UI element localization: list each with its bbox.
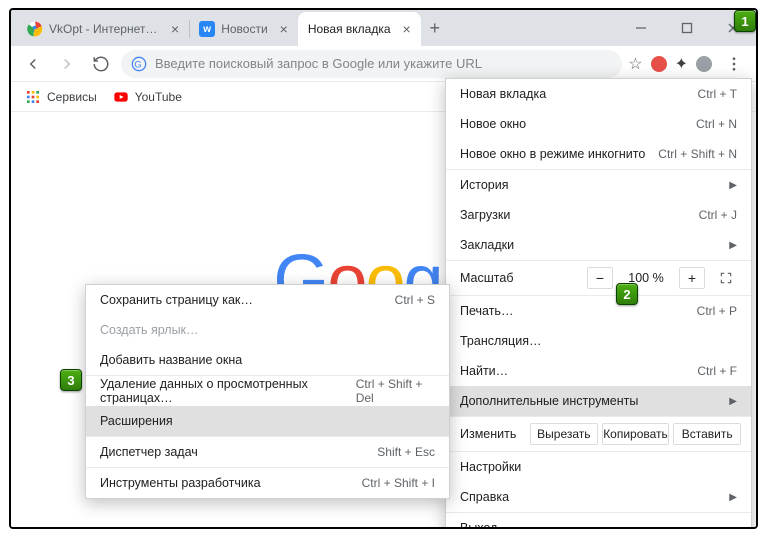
titlebar: VkOpt - Интернет-магазин… × w Новости × …: [11, 10, 756, 46]
menu-item-find[interactable]: Найти…Ctrl + F: [446, 356, 751, 386]
new-tab-button[interactable]: +: [421, 10, 449, 46]
tab-title: Новости: [221, 22, 267, 36]
tab-novosti[interactable]: w Новости ×: [189, 12, 298, 46]
edit-paste-button[interactable]: Вставить: [673, 423, 741, 445]
menu-item-downloads[interactable]: ЗагрузкиCtrl + J: [446, 200, 751, 230]
profile-avatar[interactable]: [696, 56, 712, 72]
toolbar: G Введите поисковый запрос в Google или …: [11, 46, 756, 82]
favicon-chrome: [27, 21, 43, 37]
menu-item-new-tab[interactable]: Новая вкладкаCtrl + T: [446, 79, 751, 109]
tab-close-icon[interactable]: ×: [165, 21, 179, 37]
submenu-clear-data[interactable]: Удаление данных о просмотренных страница…: [86, 376, 449, 406]
menu-item-settings[interactable]: Настройки: [446, 452, 751, 482]
submenu-devtools[interactable]: Инструменты разработчикаCtrl + Shift + I: [86, 468, 449, 498]
zoom-in-button[interactable]: +: [679, 267, 705, 289]
tab-close-icon[interactable]: ×: [397, 21, 411, 37]
extensions-puzzle-icon[interactable]: ✦: [675, 54, 688, 74]
menu-item-incognito[interactable]: Новое окно в режиме инкогнитоCtrl + Shif…: [446, 139, 751, 169]
bookmark-label: YouTube: [135, 90, 182, 104]
menu-item-help[interactable]: Справка▶: [446, 482, 751, 512]
chevron-right-icon: ▶: [729, 396, 737, 407]
tab-close-icon[interactable]: ×: [274, 21, 288, 37]
window-minimize-button[interactable]: [618, 10, 664, 46]
tab-title: Новая вкладка: [308, 22, 391, 36]
submenu-task-manager[interactable]: Диспетчер задачShift + Esc: [86, 437, 449, 467]
menu-edit-row: Изменить Вырезать Копировать Вставить: [446, 417, 751, 451]
reload-button[interactable]: [87, 50, 115, 78]
bookmark-label: Сервисы: [47, 90, 97, 104]
menu-item-new-window[interactable]: Новое окноCtrl + N: [446, 109, 751, 139]
bookmark-star-icon[interactable]: ☆: [628, 54, 642, 74]
edit-label: Изменить: [456, 427, 526, 441]
chevron-right-icon: ▶: [729, 180, 737, 191]
tab-title: VkOpt - Интернет-магазин…: [49, 22, 159, 36]
callout-3: 3: [60, 369, 82, 391]
bookmark-apps[interactable]: Сервисы: [25, 89, 97, 105]
chevron-right-icon: ▶: [729, 492, 737, 503]
callout-2: 2: [616, 283, 638, 305]
menu-item-cast[interactable]: Трансляция…: [446, 326, 751, 356]
submenu-create-shortcut: Создать ярлык…: [86, 315, 449, 345]
tab-newtab[interactable]: Новая вкладка ×: [298, 12, 421, 46]
menu-item-exit[interactable]: Выход: [446, 513, 751, 529]
edit-cut-button[interactable]: Вырезать: [530, 423, 598, 445]
google-icon: G: [131, 56, 147, 72]
edit-copy-button[interactable]: Копировать: [602, 423, 670, 445]
address-bar[interactable]: G Введите поисковый запрос в Google или …: [121, 50, 622, 78]
chevron-right-icon: ▶: [729, 240, 737, 251]
chrome-main-menu: Новая вкладкаCtrl + T Новое окноCtrl + N…: [445, 78, 752, 529]
menu-zoom-row: Масштаб − 100 % +: [446, 261, 751, 295]
more-tools-submenu: Сохранить страницу как…Ctrl + S Создать …: [85, 284, 450, 499]
window-maximize-button[interactable]: [664, 10, 710, 46]
submenu-extensions[interactable]: Расширения: [86, 406, 449, 436]
tab-vkopt[interactable]: VkOpt - Интернет-магазин… ×: [17, 12, 189, 46]
callout-1: 1: [734, 10, 756, 32]
chrome-menu-button[interactable]: [720, 50, 748, 78]
menu-item-print[interactable]: Печать…Ctrl + P: [446, 296, 751, 326]
submenu-save-as[interactable]: Сохранить страницу как…Ctrl + S: [86, 285, 449, 315]
menu-item-more-tools[interactable]: Дополнительные инструменты▶: [446, 386, 751, 416]
fullscreen-button[interactable]: [715, 271, 737, 285]
forward-button[interactable]: [53, 50, 81, 78]
menu-item-bookmarks[interactable]: Закладки▶: [446, 230, 751, 260]
zoom-out-button[interactable]: −: [587, 267, 613, 289]
menu-item-history[interactable]: История▶: [446, 170, 751, 200]
submenu-name-window[interactable]: Добавить название окна: [86, 345, 449, 375]
favicon-vk: w: [199, 21, 215, 37]
youtube-icon: [113, 89, 129, 105]
address-bar-placeholder: Введите поисковый запрос в Google или ук…: [155, 56, 482, 71]
apps-icon: [25, 89, 41, 105]
extension-icon[interactable]: [651, 56, 667, 72]
back-button[interactable]: [19, 50, 47, 78]
bookmark-youtube[interactable]: YouTube: [113, 89, 182, 105]
zoom-label: Масштаб: [460, 271, 577, 285]
svg-text:G: G: [134, 59, 141, 69]
